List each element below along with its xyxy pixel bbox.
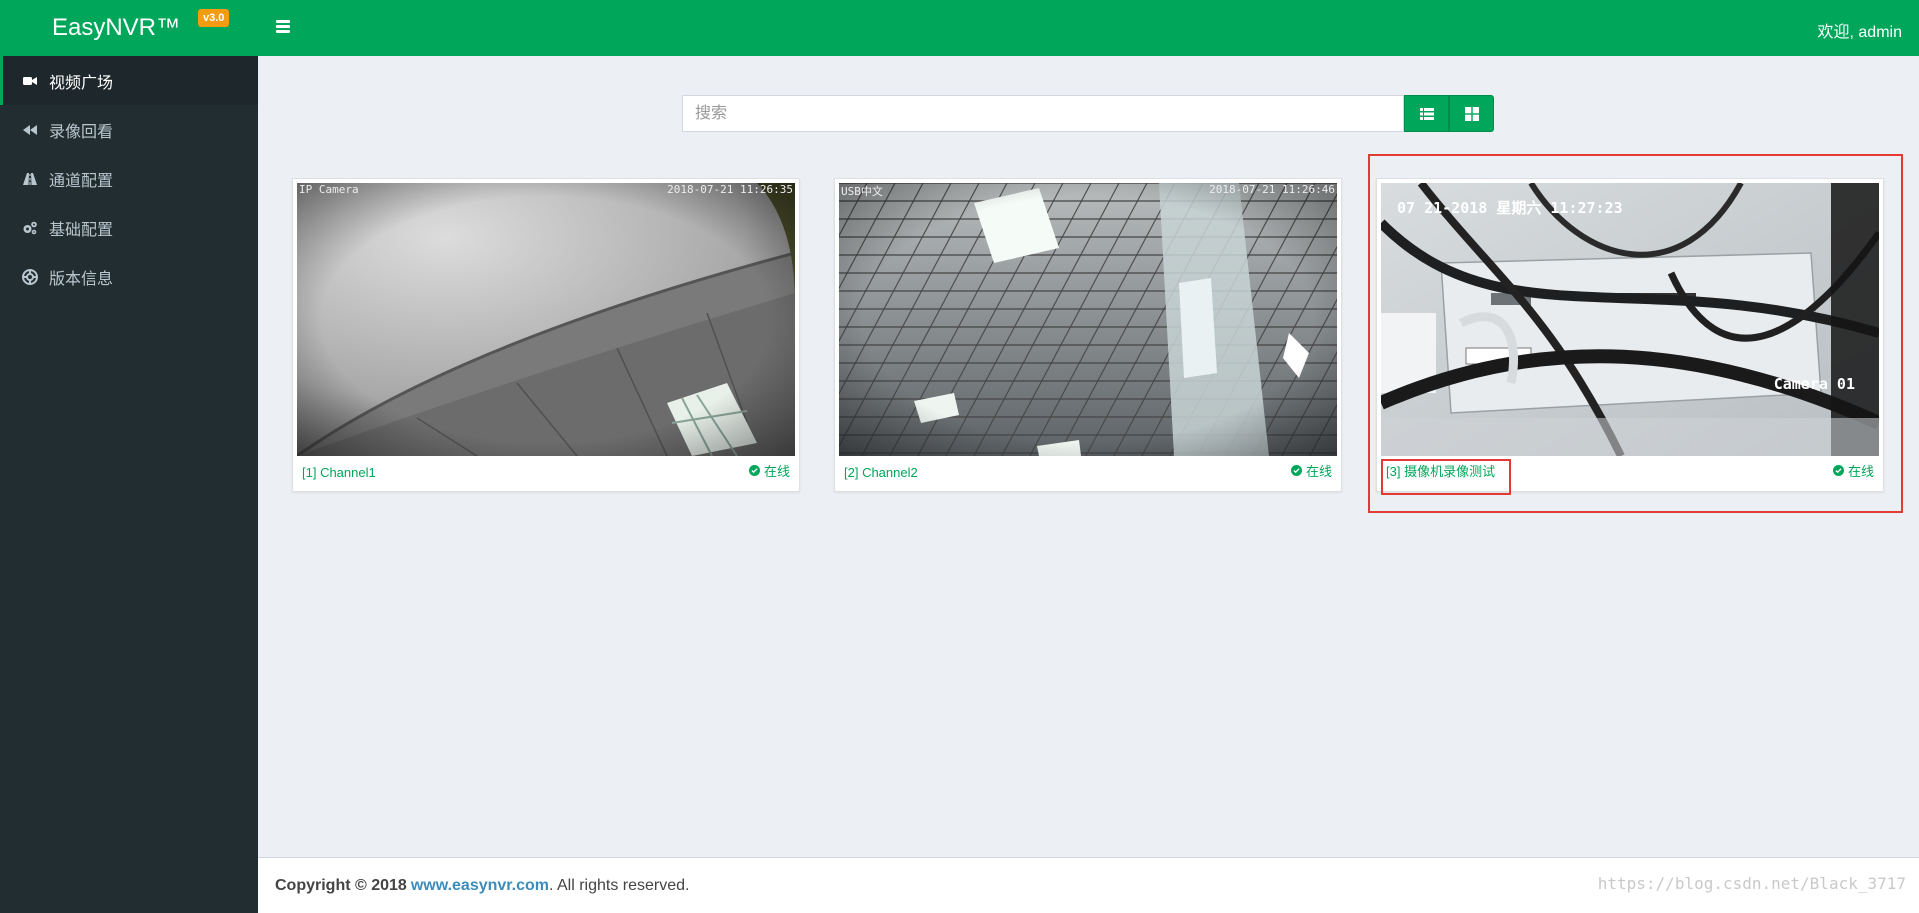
osd-timestamp: 2018-07-21 11:26:35: [667, 183, 793, 196]
copyright-text: Copyright © 2018: [275, 876, 407, 894]
osd-label: IP Camera: [299, 183, 359, 196]
channel-name[interactable]: [1] Channel1: [302, 465, 376, 480]
sidebar-item-label: 通道配置: [49, 172, 114, 190]
sidebar-item-version-info[interactable]: 版本信息: [0, 252, 258, 301]
osd-camera-name: Camera 01: [1773, 375, 1855, 393]
sidebar: EasyNVR™ v3.0 视频广场 录像回看 通道配置 基础配置 版本信息: [0, 0, 258, 913]
road-icon: [21, 170, 39, 188]
channel-card[interactable]: 07 21-2018 星期六 11:27:23 Camera 01 [3] 摄像…: [1376, 178, 1884, 492]
sidebar-item-label: 基础配置: [49, 221, 114, 239]
check-circle-icon: [1832, 465, 1844, 476]
website-link[interactable]: www.easynvr.com: [411, 877, 549, 895]
channel-card[interactable]: IP Camera 2018-07-21 11:26:35 [1] Channe…: [292, 178, 800, 492]
list-view-button[interactable]: [1404, 95, 1449, 132]
channel-status: 在线: [1290, 461, 1332, 480]
osd-timestamp: 2018-07-21 11:26:46: [1209, 183, 1335, 196]
brand-name: EasyNVR™: [51, 14, 181, 41]
sidebar-menu: 视频广场 录像回看 通道配置 基础配置 版本信息: [0, 56, 258, 301]
life-ring-icon: [21, 268, 39, 286]
top-header: 欢迎, admin: [258, 0, 1919, 56]
logo[interactable]: EasyNVR™ v3.0: [0, 0, 258, 56]
video-thumbnail[interactable]: 07 21-2018 星期六 11:27:23 Camera 01: [1381, 183, 1879, 456]
channel-status: 在线: [748, 461, 790, 480]
video-icon: [21, 72, 39, 90]
channel-card[interactable]: USB中文 2018-07-21 11:26:46 [2] Channel2 在…: [834, 178, 1342, 492]
sidebar-item-label: 版本信息: [49, 270, 114, 288]
check-circle-icon: [1290, 465, 1302, 476]
list-icon: [1419, 107, 1434, 120]
menu-toggle-icon[interactable]: [276, 18, 296, 38]
sidebar-item-video-square[interactable]: 视频广场: [0, 56, 258, 105]
rights-text: . All rights reserved.: [548, 876, 690, 894]
grid-icon: [1464, 106, 1479, 121]
osd-label: USB中文: [841, 185, 883, 198]
grid-view-button[interactable]: [1449, 95, 1494, 132]
channel-name[interactable]: [2] Channel2: [844, 465, 918, 480]
channel-status: 在线: [1832, 461, 1874, 480]
video-thumbnail[interactable]: IP Camera 2018-07-21 11:26:35: [297, 183, 795, 456]
status-text: 在线: [763, 464, 790, 479]
sidebar-item-basic-config[interactable]: 基础配置: [0, 203, 258, 252]
search-bar: [682, 95, 1494, 132]
sidebar-item-label: 视频广场: [49, 74, 114, 92]
sidebar-item-channel-config[interactable]: 通道配置: [0, 154, 258, 203]
watermark: https://blog.csdn.net/Black_3717: [1597, 874, 1906, 893]
rewind-icon: [21, 121, 39, 139]
video-thumbnail[interactable]: USB中文 2018-07-21 11:26:46: [839, 183, 1337, 456]
sidebar-item-label: 录像回看: [49, 123, 114, 141]
status-text: 在线: [1305, 464, 1332, 479]
osd-label: 07 21-2018 星期六 11:27:23: [1397, 199, 1623, 217]
cogs-icon: [21, 219, 39, 237]
channel-name[interactable]: [3] 摄像机录像测试: [1386, 461, 1495, 480]
sidebar-item-playback[interactable]: 录像回看: [0, 105, 258, 154]
status-text: 在线: [1847, 464, 1874, 479]
check-circle-icon: [748, 465, 760, 476]
search-input[interactable]: [682, 95, 1404, 132]
welcome-user[interactable]: 欢迎, admin: [1818, 18, 1902, 42]
version-badge: v3.0: [198, 9, 230, 27]
